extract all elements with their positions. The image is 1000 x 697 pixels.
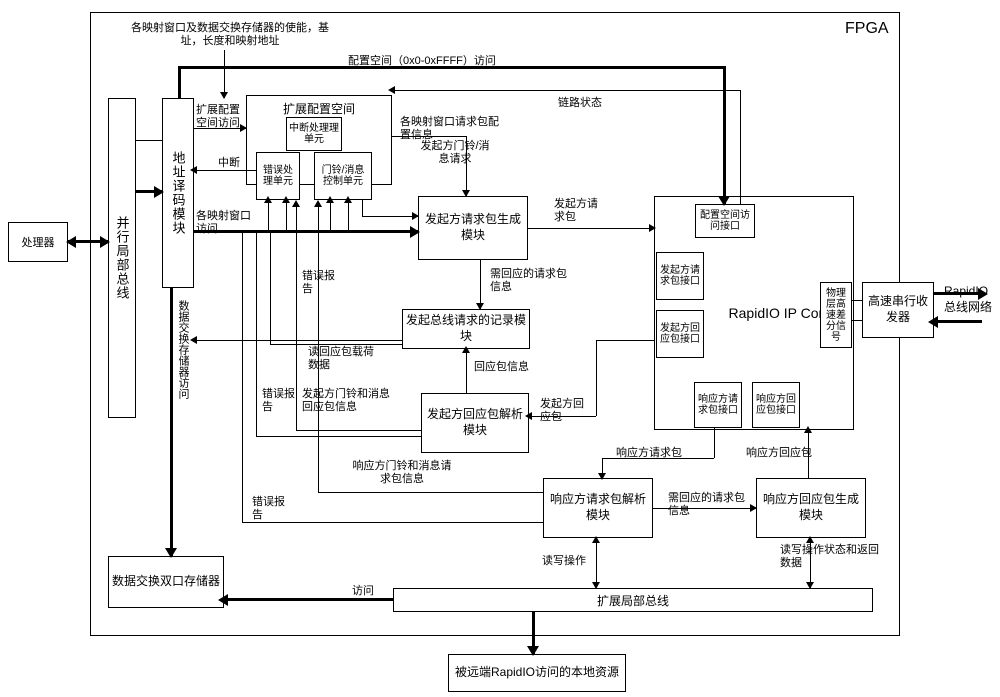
interrupt-handler-block: 中断处理理单元: [286, 117, 342, 151]
responder-resp-iface-block: 响应方回应包接口: [752, 382, 800, 428]
initiator-resp-parse-text: 发起方回应包解析模块: [424, 407, 526, 438]
data-exchange-dualport-text: 数据交换双口存储器: [112, 574, 220, 590]
error-handler-block: 错误处理单元: [256, 152, 300, 200]
processor-text: 处理器: [22, 234, 55, 250]
initiator-req-gen-text: 发起方请求包生成模块: [421, 212, 525, 243]
data-exchange-dualport-block: 数据交换双口存储器: [108, 556, 224, 608]
initiator-resp-parse-block: 发起方回应包解析模块: [421, 393, 529, 453]
error-report-label2: 错误报告: [262, 388, 298, 414]
responder-resp-gen-text: 响应方回应包生成模块: [759, 492, 863, 523]
responder-doorbell-msg-req-info-label: 响应方门铃和消息请求包信息: [352, 460, 452, 486]
read-resp-payload-label: 读回应包载荷数据: [308, 346, 374, 372]
mapping-window-etc-label: 各映射窗口及数据交换存储器的使能，基址，长度和映射地址: [130, 22, 330, 48]
initiator-req-iface-text: 发起方请求包接口: [659, 265, 701, 287]
hs-serial-trx-text: 高速串行收发器: [865, 294, 931, 325]
error-report-label3: 错误报告: [252, 496, 288, 522]
data-exchange-mem-access-label: 数据交换存储器访问: [175, 300, 191, 399]
initiator-req-gen-block: 发起方请求包生成模块: [418, 196, 528, 260]
ext-config-space-text: 扩展配置空间: [283, 100, 355, 117]
processor-block: 处理器: [8, 222, 68, 262]
phy-diff-signal-text: 物理层高速差分信号: [823, 288, 849, 343]
access-label: 访问: [352, 582, 374, 598]
responder-resp-pkt-label: 响应方回应包: [746, 444, 812, 460]
mapping-window-access-label: 各映射窗口访问: [196, 210, 258, 236]
hs-serial-trx-block: 高速串行收发器: [862, 282, 934, 338]
responder-req-iface-text: 响应方请求包接口: [697, 394, 739, 416]
address-decode-block: 地址译码模块: [162, 98, 194, 288]
remote-local-res-block: 被远端RapidIO访问的本地资源: [448, 654, 626, 692]
initiator-req-iface-block: 发起方请求包接口: [656, 252, 704, 300]
responder-req-parse-block: 响应方请求包解析模块: [543, 478, 653, 538]
phy-diff-signal-block: 物理层高速差分信号: [820, 282, 852, 348]
remote-local-res-text: 被远端RapidIO访问的本地资源: [455, 665, 619, 681]
initiator-resp-pkt-label: 发起方回应包: [540, 398, 590, 424]
rw-op-status-label: 读写操作状态和返回数据: [780, 544, 880, 570]
initiator-resp-iface-text: 发起方回应包接口: [659, 323, 701, 345]
responder-req-parse-text: 响应方请求包解析模块: [546, 492, 650, 523]
interrupt-label: 中断: [218, 154, 240, 170]
ext-local-bus-block: 扩展局部总线: [393, 588, 873, 612]
initiator-doorbell-msg-resp-label: 发起方门铃和消息回应包信息: [302, 388, 392, 414]
initiator-doorbell-msg-req-label: 发起方门铃/消息请求: [420, 140, 490, 166]
rw-op-label: 读写操作: [542, 552, 586, 568]
error-handler-text: 错误处理单元: [259, 165, 297, 187]
doorbell-msg-ctrl-text: 门铃/消息控制单元: [317, 165, 369, 187]
config-space-access-label: 配置空间（0x0-0xFFFF）访问: [348, 52, 496, 68]
initiator-record-block: 发起总线请求的记录模块: [402, 309, 530, 349]
ext-config-access-label: 扩展配置空间访问: [196, 104, 246, 130]
doorbell-msg-ctrl-block: 门铃/消息控制单元: [314, 152, 372, 200]
link-status-label: 链路状态: [558, 94, 602, 110]
initiator-req-pkt-label: 发起方请求包: [554, 198, 604, 224]
ext-local-bus-text: 扩展局部总线: [597, 592, 669, 609]
mapping-window-req-config-label: 各映射窗口请求包配置信息: [400, 116, 500, 142]
fpga-label: FPGA: [845, 20, 889, 38]
error-report-label1: 错误报告: [302, 270, 338, 296]
responder-req-pkt-label: 响应方请求包: [616, 444, 682, 460]
initiator-resp-iface-block: 发起方回应包接口: [656, 310, 704, 358]
parallel-local-bus-block: 并行局部总线: [108, 98, 136, 418]
responder-req-iface-block: 响应方请求包接口: [694, 382, 742, 428]
need-resp-req-info-label: 需回应的请求包信息: [490, 268, 570, 294]
config-space-iface-block: 配置空间访问接口: [695, 204, 755, 238]
initiator-record-text: 发起总线请求的记录模块: [405, 313, 527, 344]
config-space-iface-text: 配置空间访问接口: [698, 210, 752, 232]
responder-resp-iface-text: 响应方回应包接口: [755, 394, 797, 416]
rapidio-ip-core-text: RapidIO IP Core: [729, 305, 831, 321]
need-resp-req-info2-label: 需回应的请求包信息: [668, 492, 746, 518]
rapidio-bus-net-label: RapidIO总线网络: [944, 284, 999, 315]
resp-pkt-info-label: 回应包信息: [474, 358, 529, 374]
interrupt-handler-text: 中断处理理单元: [289, 123, 339, 145]
address-decode-text: 地址译码模块: [169, 151, 188, 235]
responder-resp-gen-block: 响应方回应包生成模块: [756, 478, 866, 538]
parallel-local-bus-text: 并行局部总线: [113, 216, 132, 300]
